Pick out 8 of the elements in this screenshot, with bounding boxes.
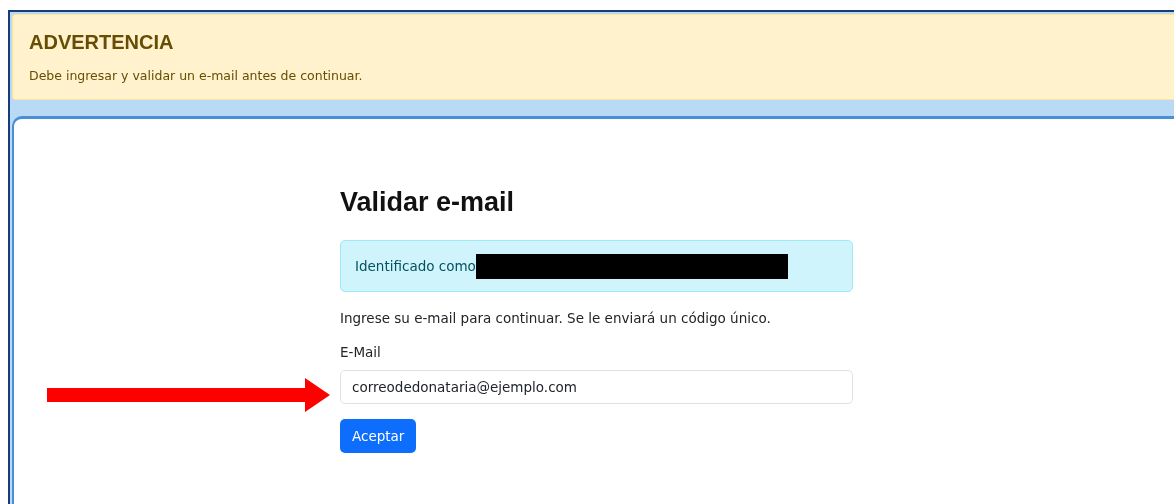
field-label: E-Mail (340, 344, 382, 360)
email-field[interactable]: correodedonataria@ejemplo.com (340, 370, 853, 404)
identity-label: Identificado como (355, 258, 476, 274)
warning-message: Debe ingresar y validar un e-mail antes de continuar. (29, 68, 364, 83)
page-title: Validar e-mail (340, 187, 516, 218)
accept-button[interactable]: Aceptar (340, 419, 417, 453)
warning-title: ADVERTENCIA (29, 31, 175, 54)
instructions-text: Ingrese su e-mail para continuar. Se le enviará un código único. (340, 310, 772, 326)
